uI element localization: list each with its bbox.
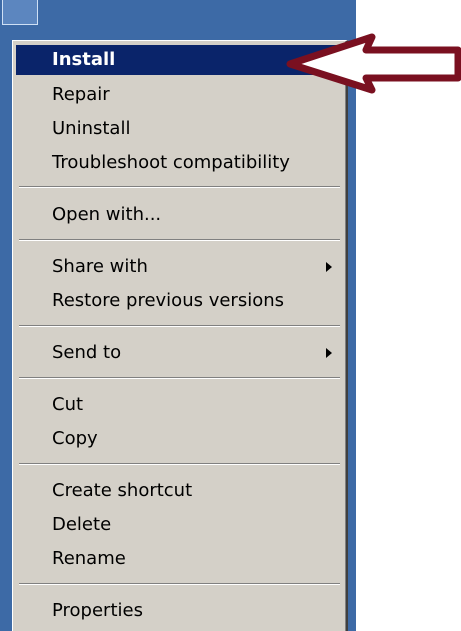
annotation-overlay <box>286 33 461 94</box>
left-arrow-icon <box>286 33 461 94</box>
